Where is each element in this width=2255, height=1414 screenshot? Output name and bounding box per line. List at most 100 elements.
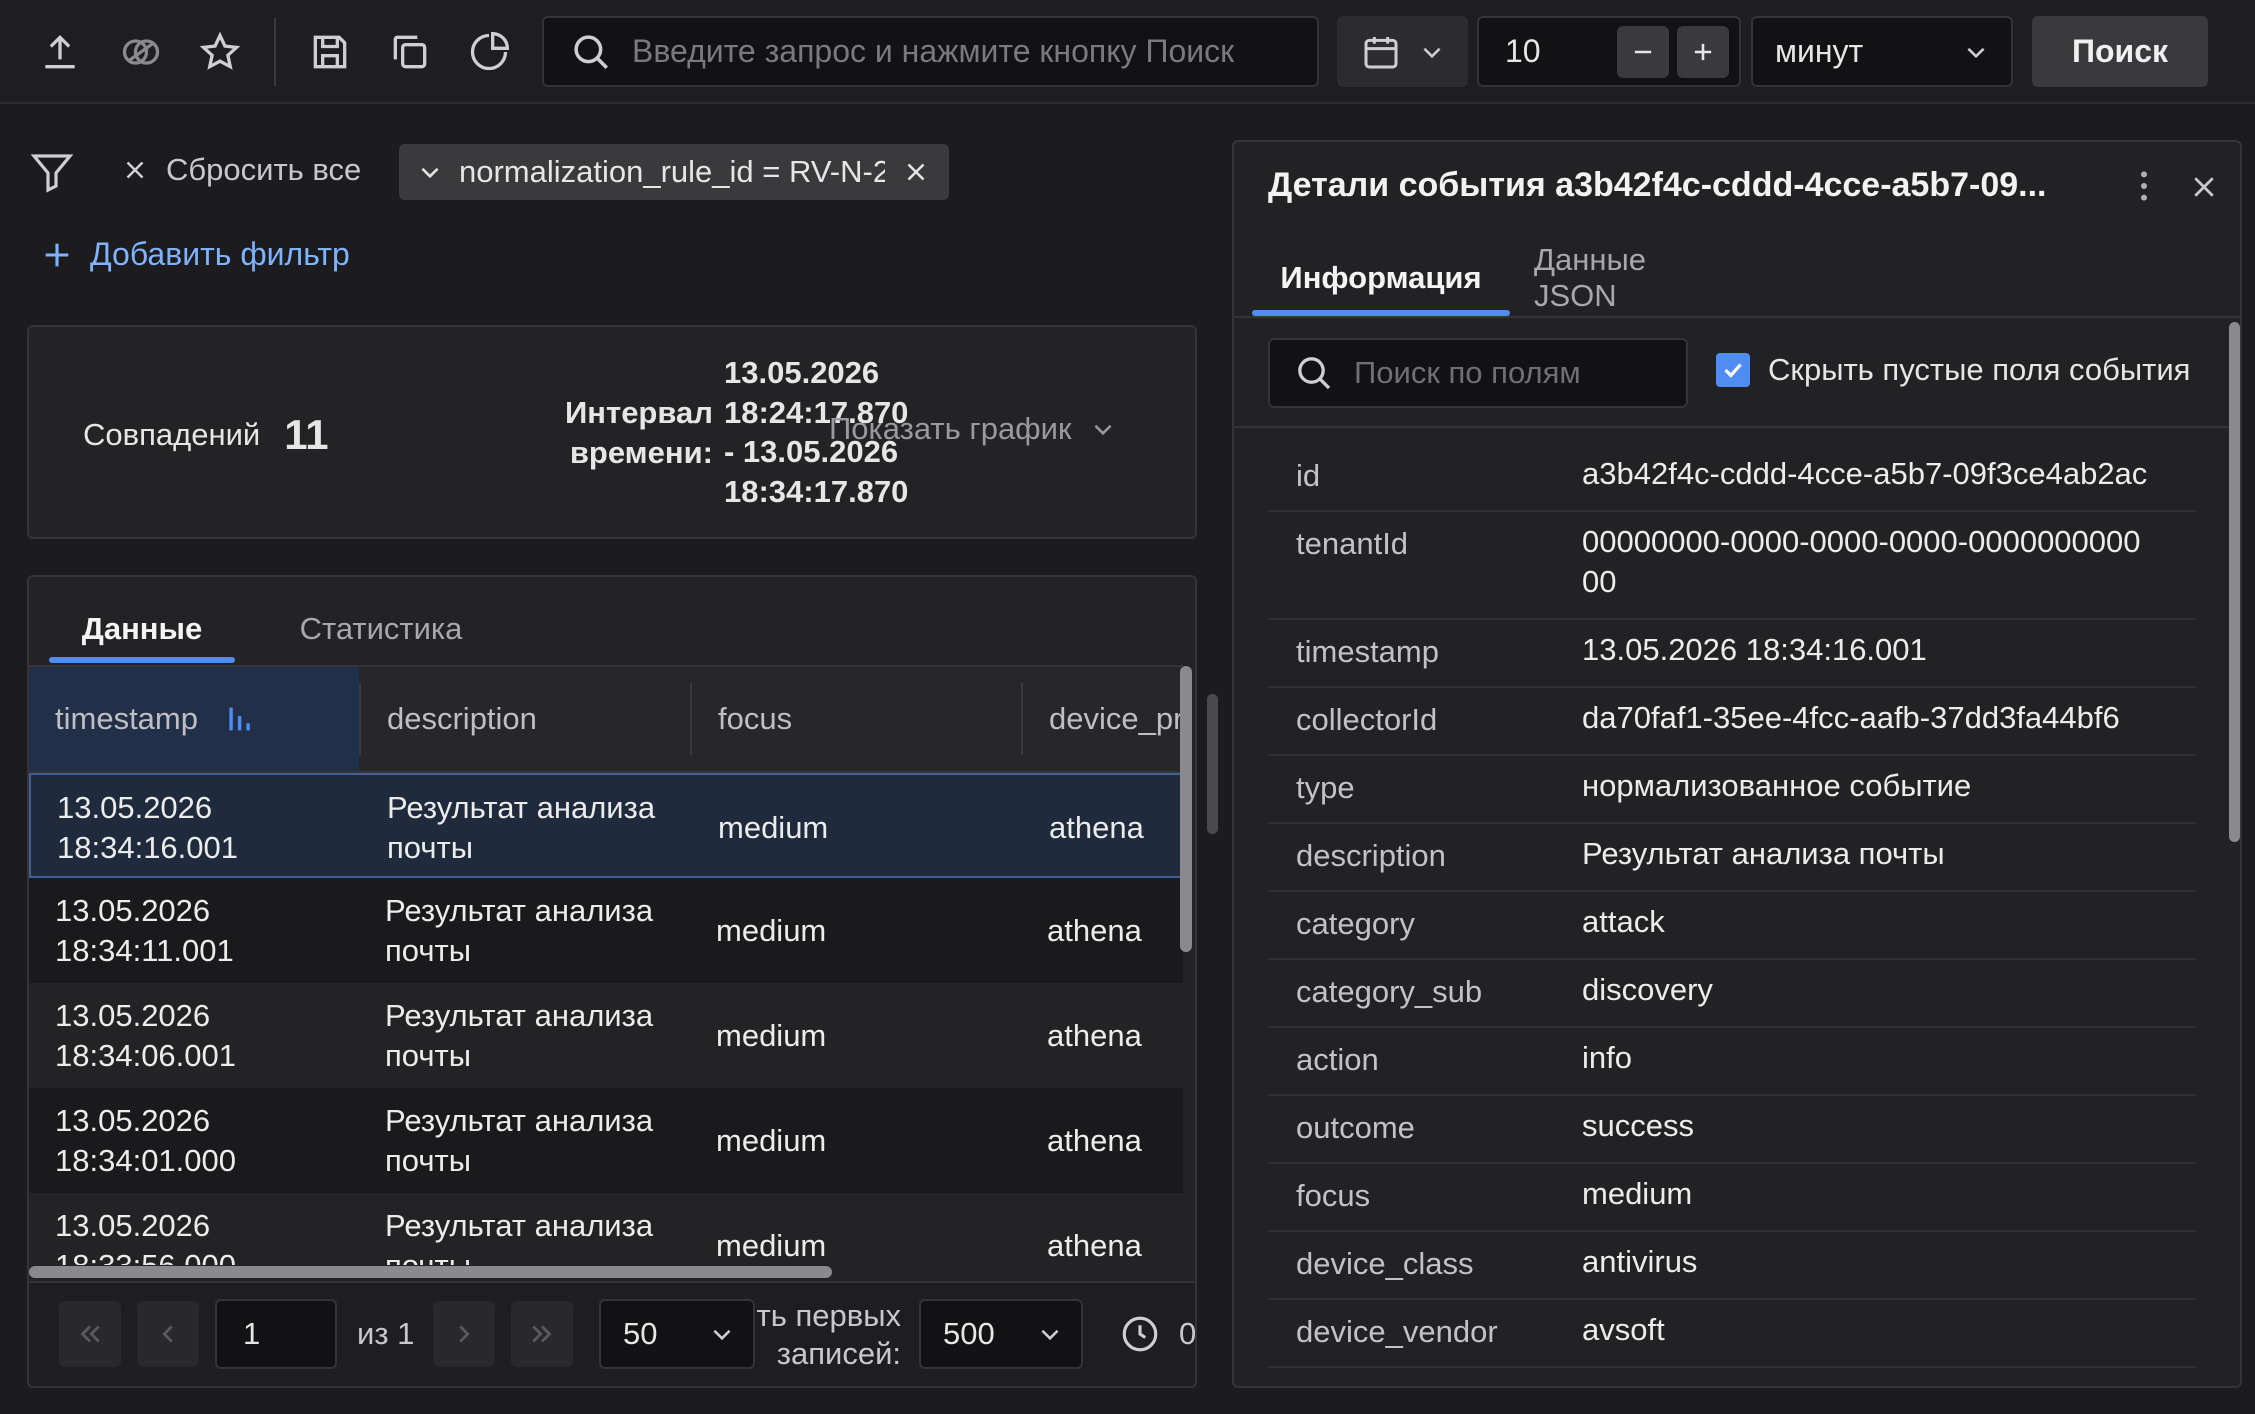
field-value: нормализованное событие xyxy=(1582,768,1972,803)
decrement-button[interactable] xyxy=(1617,25,1669,78)
field-value: 13.05.2026 18:34:16.001 xyxy=(1582,632,1927,667)
cell-timestamp: 13.05.2026 18:34:16.001 xyxy=(57,789,239,865)
field-key: id xyxy=(1296,458,1321,493)
table-row[interactable]: 13.05.2026 18:33:56.000 Результат анализ… xyxy=(29,1193,1183,1265)
field-search-input[interactable] xyxy=(1354,355,1753,391)
period-count-field[interactable] xyxy=(1477,16,1741,87)
page-of-label: из 1 xyxy=(357,1316,415,1351)
plus-icon xyxy=(40,238,74,272)
search-button[interactable]: Поиск xyxy=(2032,16,2208,87)
remove-filter-icon[interactable] xyxy=(901,157,931,187)
sort-icon[interactable] xyxy=(224,702,258,736)
event-details-panel: Детали события a3b42f4c-cddd-4cce-a5b7-0… xyxy=(1232,140,2242,1388)
tab-data[interactable]: Данные xyxy=(49,597,235,661)
field-row: type нормализованное событие xyxy=(1268,756,2196,824)
table-row[interactable]: 13.05.2026 18:34:06.001 Результат анализ… xyxy=(29,983,1183,1088)
chevron-right-icon xyxy=(449,1319,479,1349)
period-unit-select[interactable]: минут xyxy=(1751,16,2013,87)
hide-empty-fields-toggle[interactable]: Скрыть пустые поля события xyxy=(1716,352,2190,388)
filter-chip[interactable]: normalization_rule_id = RV-N-2... xyxy=(399,144,949,200)
field-key: focus xyxy=(1296,1178,1371,1213)
pie-chart-icon[interactable] xyxy=(459,22,519,82)
field-value: success xyxy=(1582,1108,1694,1143)
cell-timestamp: 13.05.2026 18:33:56.000 xyxy=(55,1207,237,1266)
toolbar-separator xyxy=(274,18,276,86)
copy-icon[interactable] xyxy=(380,22,440,82)
prev-page-button[interactable] xyxy=(137,1301,199,1367)
hide-empty-checkbox[interactable] xyxy=(1716,353,1750,387)
field-key: collectorId xyxy=(1296,702,1438,737)
increment-button[interactable] xyxy=(1677,25,1729,78)
hide-empty-label: Скрыть пустые поля события xyxy=(1768,352,2191,387)
last-page-button[interactable] xyxy=(511,1301,573,1367)
events-table: timestamp description focus device_pro 1… xyxy=(29,665,1183,1265)
save-icon[interactable] xyxy=(300,22,360,82)
page-number-input[interactable]: 1 xyxy=(215,1299,337,1369)
chevron-down-icon xyxy=(1090,416,1116,442)
double-chevron-right-icon xyxy=(527,1319,557,1349)
more-options-icon[interactable] xyxy=(2124,166,2164,206)
tabs-divider xyxy=(1234,316,2240,318)
field-value: antivirus xyxy=(1582,1244,1698,1279)
reset-all-label: Сбросить все xyxy=(166,152,362,187)
field-value: attack xyxy=(1582,904,1665,939)
cell-device: athena xyxy=(1047,1017,1142,1053)
field-key: type xyxy=(1296,770,1355,805)
cell-timestamp: 13.05.2026 18:34:06.001 xyxy=(55,997,237,1073)
chevron-down-icon xyxy=(1037,1321,1063,1347)
cell-device: athena xyxy=(1047,912,1142,948)
table-row[interactable]: 13.05.2026 18:34:01.000 Результат анализ… xyxy=(29,1088,1183,1193)
cell-description: Результат анализа почты xyxy=(385,997,654,1073)
field-key: category_sub xyxy=(1296,974,1483,1009)
field-value: medium xyxy=(1582,1176,1693,1211)
field-key: timestamp xyxy=(1296,634,1439,669)
date-picker-button[interactable] xyxy=(1337,16,1468,87)
search-summary: Совпадений 11 Интервал времени: 13.05.20… xyxy=(27,325,1197,539)
close-icon[interactable] xyxy=(2189,172,2219,202)
field-row: collectorId da70faf1-35ee-4fcc-aafb-37dd… xyxy=(1268,688,2196,756)
reset-all-filters-button[interactable]: Сбросить все xyxy=(120,146,361,194)
query-search-field[interactable] xyxy=(542,16,1319,87)
search-icon xyxy=(1294,353,1334,393)
tab-json[interactable]: Данные JSON xyxy=(1534,242,1734,313)
details-scrollbar[interactable] xyxy=(2229,322,2240,842)
next-page-button[interactable] xyxy=(433,1301,495,1367)
details-divider xyxy=(1234,426,2240,428)
field-key: description xyxy=(1296,838,1446,873)
elapsed-value: 0 xyxy=(1179,1316,1197,1351)
field-value: discovery xyxy=(1582,972,1713,1007)
cell-focus: medium xyxy=(716,1227,827,1263)
field-row: device_class antivirus xyxy=(1268,1232,2196,1300)
period-count-input[interactable] xyxy=(1479,33,1609,70)
field-key: device_vendor xyxy=(1296,1314,1498,1349)
show-chart-label: Показать график xyxy=(829,411,1072,446)
tab-statistics[interactable]: Статистика xyxy=(267,597,495,661)
table-row[interactable]: 13.05.2026 18:34:11.001 Результат анализ… xyxy=(29,878,1183,983)
show-chart-toggle[interactable]: Показать график xyxy=(829,411,1116,447)
field-search[interactable] xyxy=(1268,338,1753,408)
table-row[interactable]: 13.05.2026 18:34:16.001 Результат анализ… xyxy=(29,773,1183,878)
tab-information[interactable]: Информация xyxy=(1252,246,1510,310)
field-row: id a3b42f4c-cddd-4cce-a5b7-09f3ce4ab2ac xyxy=(1268,444,2196,512)
link-icon[interactable] xyxy=(111,22,171,82)
chevron-left-icon xyxy=(153,1319,183,1349)
add-filter-button[interactable]: Добавить фильтр xyxy=(40,236,350,273)
column-header-focus[interactable]: focus xyxy=(692,667,1021,771)
first-page-button[interactable] xyxy=(59,1301,121,1367)
field-value: 00000000-0000-0000-0000-000000000000 xyxy=(1582,524,2141,599)
upload-icon[interactable] xyxy=(30,22,90,82)
matches-label: Совпадений xyxy=(83,417,261,452)
field-value: info xyxy=(1582,1040,1632,1075)
chevron-down-icon[interactable] xyxy=(417,159,443,185)
panel-vertical-scrollbar[interactable] xyxy=(1207,694,1218,834)
column-header-description[interactable]: description xyxy=(361,667,690,771)
table-header: timestamp description focus device_pro xyxy=(29,667,1183,773)
star-icon[interactable] xyxy=(190,22,250,82)
query-search-input[interactable] xyxy=(632,33,1317,70)
filter-icon[interactable] xyxy=(28,148,76,196)
horizontal-scrollbar[interactable] xyxy=(29,1266,832,1278)
column-header-timestamp[interactable]: timestamp xyxy=(29,667,359,771)
column-header-device[interactable]: device_pro xyxy=(1023,667,1183,771)
first-records-select[interactable]: 500 xyxy=(919,1299,1083,1369)
table-vertical-scrollbar[interactable] xyxy=(1180,666,1192,952)
